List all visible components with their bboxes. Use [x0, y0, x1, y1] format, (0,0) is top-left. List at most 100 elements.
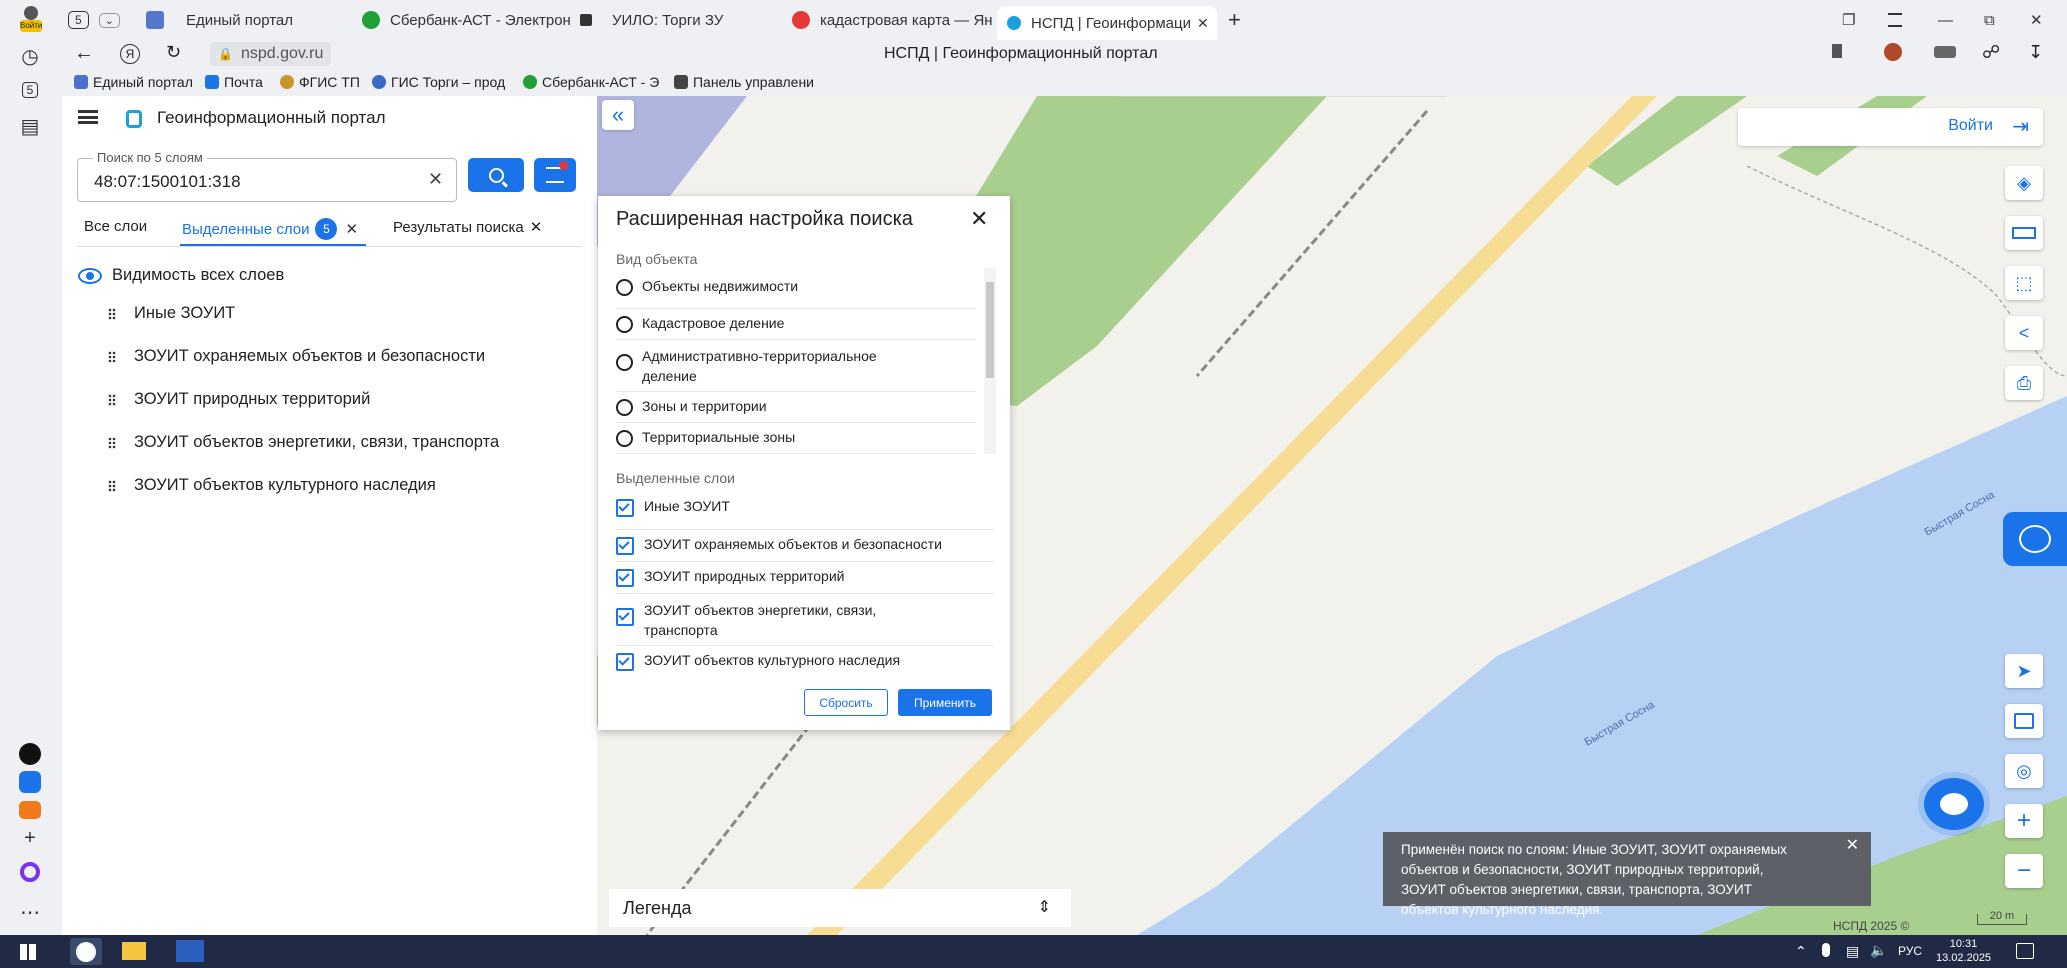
- tab-all-layers[interactable]: Все слои: [84, 218, 147, 235]
- clear-search-icon[interactable]: ✕: [428, 169, 443, 190]
- print-button[interactable]: ⎙: [2005, 366, 2043, 400]
- drag-handle-icon[interactable]: [108, 350, 116, 363]
- zoom-out-button[interactable]: −: [2005, 854, 2043, 888]
- close-tab-icon[interactable]: ✕: [1197, 15, 1209, 32]
- close-toast-icon[interactable]: ✕: [1846, 836, 1859, 856]
- bookmark-mail[interactable]: Почта: [205, 74, 263, 90]
- tab-sberbank-ast[interactable]: Сбербанк-АСТ - Электрон: [362, 6, 572, 34]
- bookmark-sberbank[interactable]: Сбербанк-АСТ - Э: [523, 74, 663, 90]
- bookmark-gosuslugi[interactable]: Единый портал: [74, 74, 193, 90]
- scrollbar-thumb[interactable]: [986, 282, 994, 378]
- close-window-icon[interactable]: ✕: [2030, 6, 2043, 34]
- layer-item[interactable]: ЗОУИТ природных территорий: [108, 390, 370, 409]
- select-area-button[interactable]: ⬚: [2005, 266, 2043, 300]
- word-icon[interactable]: [176, 940, 204, 962]
- extension-icon-2[interactable]: [1934, 46, 1956, 58]
- drag-handle-icon[interactable]: [108, 436, 116, 449]
- input-language[interactable]: РУС: [1898, 944, 1922, 958]
- selected-layer-checkbox-row[interactable]: ЗОУИТ объектов энергетики, связи, трансп…: [616, 594, 994, 646]
- drag-handle-icon[interactable]: [108, 393, 116, 406]
- radio-button[interactable]: [616, 279, 633, 296]
- layer-item[interactable]: ЗОУИТ охраняемых объектов и безопасности: [108, 347, 485, 366]
- object-type-option[interactable]: Объекты недвижимости: [616, 278, 976, 309]
- microphone-icon[interactable]: [1822, 943, 1830, 957]
- layers-button[interactable]: ◈: [2005, 166, 2043, 200]
- drag-handle-icon[interactable]: [108, 479, 116, 492]
- layer-item[interactable]: ЗОУИТ объектов культурного наследия: [108, 476, 436, 495]
- notification-center-icon[interactable]: [2016, 943, 2034, 959]
- tray-chevron-icon[interactable]: ⌃: [1795, 943, 1807, 960]
- locate-button[interactable]: ➤: [2005, 654, 2043, 688]
- yandex-browser-taskbar-icon[interactable]: [70, 938, 102, 965]
- clock[interactable]: 10:31 13.02.2025: [1936, 937, 1991, 965]
- apply-button[interactable]: Применить: [898, 689, 992, 716]
- profile-avatar[interactable]: Войти: [16, 4, 46, 34]
- volume-icon[interactable]: 🔈: [1870, 942, 1887, 959]
- more-icon[interactable]: ⋯: [14, 896, 46, 928]
- bookmark-fgis[interactable]: ФГИС ТП: [280, 74, 360, 90]
- object-type-option[interactable]: Территориальные зоны: [616, 423, 976, 454]
- url-field[interactable]: 🔒 nspd.gov.ru: [210, 42, 332, 66]
- search-button[interactable]: [468, 158, 524, 192]
- tab-nspd[interactable]: НСПД | Геоинформаци ✕: [997, 6, 1217, 40]
- tab-search-results[interactable]: Результаты поиска ✕: [393, 218, 543, 237]
- close-tab-icon[interactable]: ✕: [345, 220, 358, 238]
- tabs-dropdown-icon[interactable]: ⌄: [98, 12, 120, 28]
- close-tab-icon[interactable]: ✕: [530, 218, 543, 236]
- bookmark-panel[interactable]: Панель управлени: [674, 74, 814, 90]
- fullscreen-button[interactable]: [2005, 704, 2043, 738]
- radio-button[interactable]: [616, 399, 633, 416]
- radio-button[interactable]: [616, 316, 633, 333]
- bookmark-icon[interactable]: [1832, 44, 1842, 58]
- collections-icon[interactable]: ❐: [1842, 6, 1855, 34]
- drag-handle-icon[interactable]: [108, 307, 116, 320]
- history-icon[interactable]: ◷: [14, 40, 46, 72]
- tab-selected-layers[interactable]: Выделенные слои 5 ✕: [182, 218, 358, 240]
- tabs-counter-icon[interactable]: 5: [14, 74, 46, 106]
- radio-button[interactable]: [616, 430, 633, 447]
- file-explorer-icon[interactable]: [122, 942, 146, 960]
- extension-icon[interactable]: [1884, 43, 1902, 61]
- object-type-option[interactable]: Административно-территориальное деление: [616, 340, 976, 392]
- network-icon[interactable]: ▤: [1846, 943, 1859, 960]
- checkbox[interactable]: [616, 653, 634, 671]
- collapse-panel-button[interactable]: «: [602, 100, 634, 130]
- tab-gosuslugi[interactable]: Единый портал: [146, 6, 346, 34]
- reload-icon[interactable]: ↻: [166, 42, 181, 63]
- notifications-icon[interactable]: [1888, 6, 1902, 34]
- close-dialog-icon[interactable]: ✕: [970, 206, 988, 232]
- back-icon[interactable]: ←: [74, 42, 94, 65]
- tab-counter[interactable]: 5 ⌄: [68, 6, 120, 34]
- windows-start-icon[interactable]: [20, 944, 36, 960]
- bookmark-gis-torgi[interactable]: ГИС Торги – прод: [372, 74, 512, 90]
- checkbox[interactable]: [616, 569, 634, 587]
- layer-item[interactable]: Иные ЗОУИТ: [108, 304, 235, 323]
- radio-button[interactable]: [616, 354, 633, 371]
- cast-icon[interactable]: ▤: [14, 110, 46, 142]
- tab-yandex[interactable]: кадастровая карта — Янд: [792, 6, 992, 34]
- share-button[interactable]: <: [2005, 316, 2043, 350]
- checkbox[interactable]: [616, 537, 634, 555]
- add-panel-icon[interactable]: +: [14, 822, 46, 854]
- reset-button[interactable]: Сбросить: [804, 689, 888, 716]
- zoom-in-button[interactable]: +: [2005, 804, 2043, 838]
- selected-layer-checkbox-row[interactable]: ЗОУИТ объектов культурного наследия: [616, 646, 994, 678]
- object-type-option[interactable]: Кадастровое деление: [616, 309, 976, 340]
- visibility-toggle[interactable]: Видимость всех слоев: [78, 266, 284, 285]
- extensions-icon[interactable]: ☍: [1982, 42, 2000, 63]
- yandex-home-icon[interactable]: Я: [120, 44, 140, 64]
- geolocation-button[interactable]: ◎: [2005, 754, 2043, 788]
- downloads-icon[interactable]: ↧: [2028, 42, 2043, 63]
- login-bar[interactable]: Войти ⇥: [1738, 108, 2043, 146]
- minimize-icon[interactable]: —: [1938, 6, 1953, 34]
- tab-uilo[interactable]: УИЛО: Торги ЗУ: [580, 6, 780, 34]
- chat-button[interactable]: [1924, 778, 1984, 830]
- options-scrollbar[interactable]: [984, 268, 996, 454]
- checkbox[interactable]: [616, 499, 634, 517]
- feedback-button[interactable]: [2003, 512, 2067, 566]
- selected-layer-checkbox-row[interactable]: ЗОУИТ охраняемых объектов и безопасности: [616, 530, 994, 562]
- checkbox[interactable]: [616, 608, 634, 626]
- selected-layer-checkbox-row[interactable]: Иные ЗОУИТ: [616, 498, 994, 530]
- search-field[interactable]: Поиск по 5 слоям ✕: [77, 150, 457, 202]
- menu-icon[interactable]: [78, 110, 98, 124]
